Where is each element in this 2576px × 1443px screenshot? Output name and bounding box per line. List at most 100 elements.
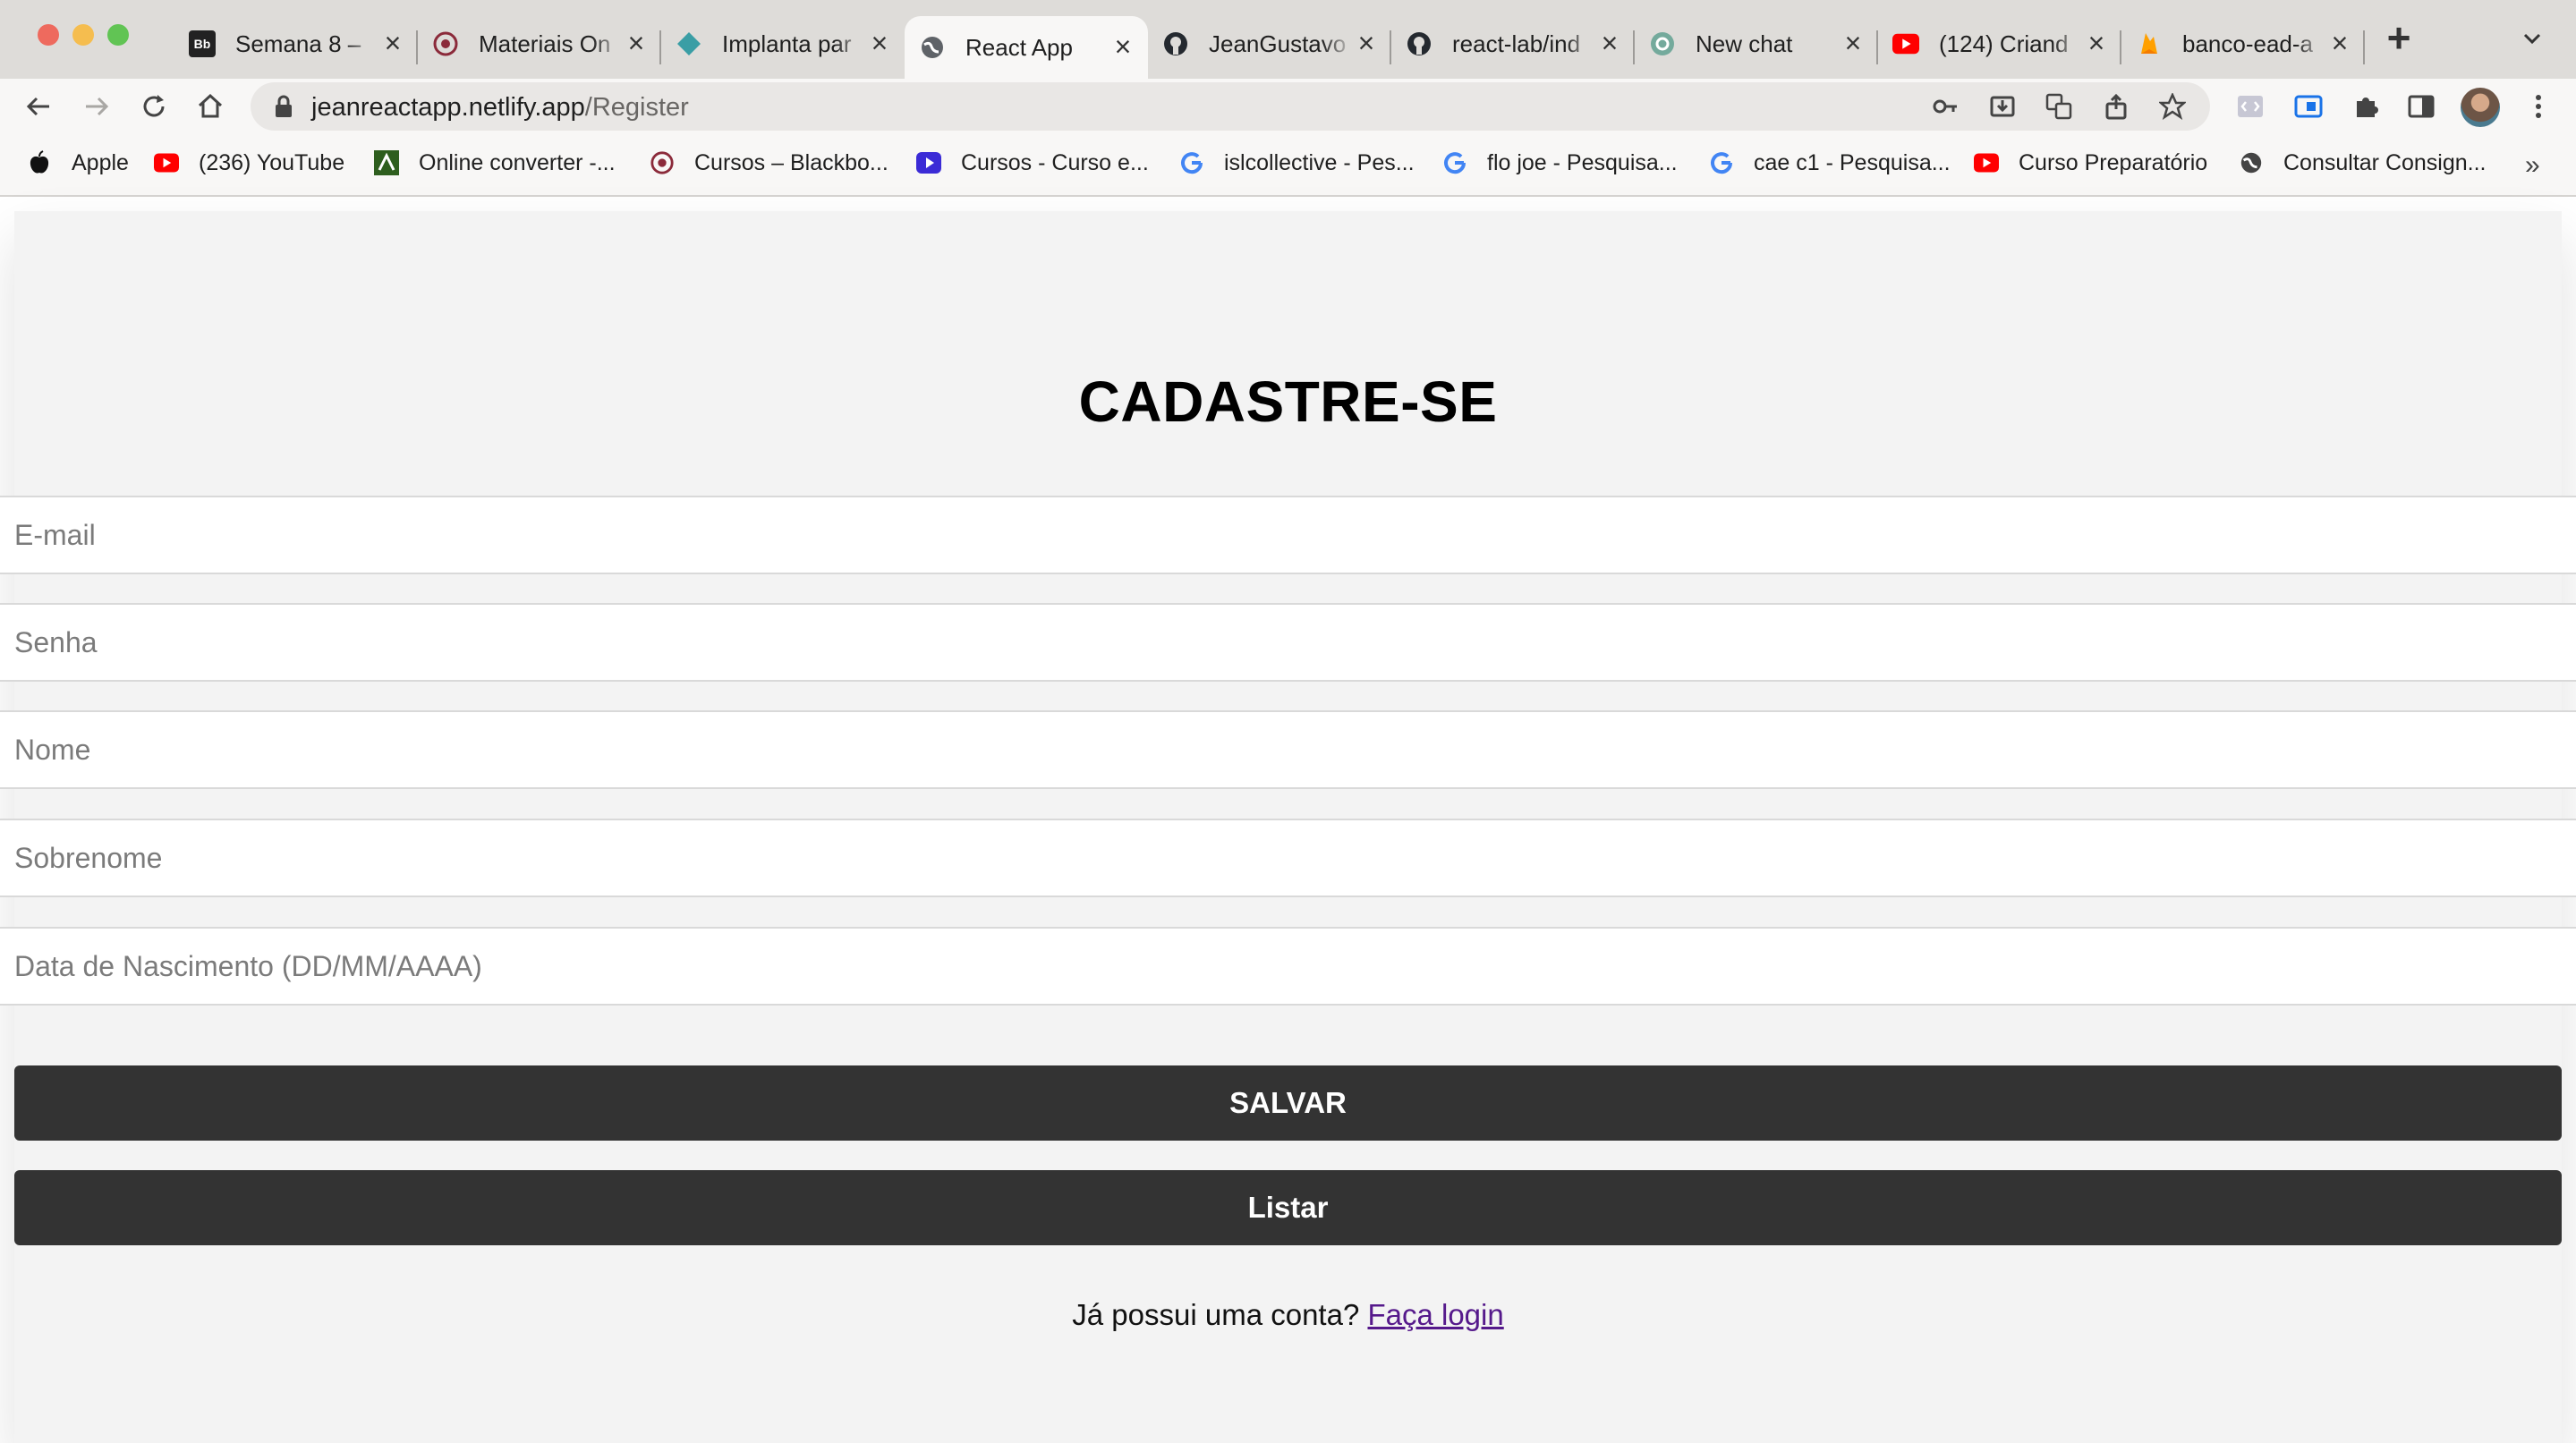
bookmark-cae-c1[interactable]: cae c1 - Pesquisa... [1709,147,1951,179]
tab-list: Bb Semana 8 – × Materiais On × Implanta … [174,16,2365,79]
translate-icon[interactable] [2045,93,2072,120]
tab-youtube-criando[interactable]: (124) Criand × [1878,16,2121,72]
side-panel-icon[interactable] [2406,91,2436,122]
home-icon[interactable] [195,91,225,122]
url-path: /Register [584,93,689,122]
password-field-wrapper [0,603,2576,682]
bookmark-label: (236) YouTube [199,149,345,175]
url-host: jeanreactapp.netlify.app [311,93,585,122]
lock-icon[interactable] [274,95,293,118]
youtube-icon [1892,30,1919,57]
bookmark-label: flo joe - Pesquisa... [1487,149,1678,175]
diamond-icon [676,30,702,57]
google-icon [1442,150,1467,175]
tab-close-icon[interactable]: × [2084,29,2109,57]
tab-title: React App [965,33,1073,61]
tab-close-icon[interactable]: × [1354,29,1379,57]
globe-icon [919,34,946,61]
converter-icon [374,150,399,175]
email-field[interactable] [0,497,2576,573]
institution-icon [432,30,459,57]
window-close-button[interactable] [38,24,59,46]
browser-toolbar: jeanreactapp.netlify.app/Register [0,79,2576,134]
tab-title: banco-ead-a [2182,30,2313,57]
tab-title: Materiais On [479,30,611,57]
bookmark-label: islcollective - Pes... [1224,149,1415,175]
first-name-field[interactable] [0,712,2576,787]
new-tab-button[interactable]: + [2383,17,2415,58]
bookmark-apple[interactable]: Apple [27,147,129,179]
tab-react-app[interactable]: React App × [905,16,1148,79]
tab-close-icon[interactable]: × [1841,29,1866,57]
back-arrow-icon[interactable] [23,91,54,122]
tab-semana-8[interactable]: Bb Semana 8 – × [174,16,418,72]
tab-jeangustavo[interactable]: JeanGustavo × [1148,16,1391,72]
github-icon [1406,30,1433,57]
share-icon[interactable] [2103,93,2130,120]
bookmark-cursos-blackboard[interactable]: Cursos – Blackbo... [650,147,888,179]
bookmark-label: Curso Preparatório [2019,149,2208,175]
tab-separator [2363,30,2365,64]
menu-kebab-icon[interactable] [2523,91,2554,122]
login-link[interactable]: Faça login [1367,1298,1503,1331]
bookmark-online-converter[interactable]: Online converter -... [374,147,616,179]
tab-title: (124) Criand [1939,30,2069,57]
login-prompt-text: Já possui uma conta? [1072,1298,1360,1331]
extensions-puzzle-icon[interactable] [2351,91,2381,122]
tab-banco-ead[interactable]: banco-ead-a × [2121,16,2365,72]
tab-close-icon[interactable]: × [624,29,649,57]
window-maximize-button[interactable] [107,24,129,46]
tab-close-icon[interactable]: × [2327,29,2352,57]
bookmark-islcollective[interactable]: islcollective - Pes... [1179,147,1415,179]
tab-close-icon[interactable]: × [1110,32,1135,61]
list-button[interactable]: Listar [14,1170,2562,1245]
bookmark-star-icon[interactable] [2159,93,2186,120]
url-text[interactable]: jeanreactapp.netlify.app/Register [311,93,689,123]
forward-arrow-icon[interactable] [81,91,112,122]
tab-search-chevron-icon[interactable] [2519,25,2546,52]
tab-close-icon[interactable]: × [1597,29,1622,57]
last-name-field-wrapper [0,819,2576,897]
last-name-field[interactable] [0,820,2576,896]
reload-icon[interactable] [139,91,169,122]
profile-avatar[interactable] [2461,88,2500,127]
tab-new-chat[interactable]: New chat × [1635,16,1878,72]
sidebar-extension-icon[interactable] [2293,91,2324,122]
tab-materiais[interactable]: Materiais On × [418,16,661,72]
youtube-icon [1974,150,1999,175]
openai-icon [1649,30,1676,57]
page-title: CADASTRE-SE [1078,369,1498,434]
tab-strip: Bb Semana 8 – × Materiais On × Implanta … [0,0,2576,79]
google-icon [1709,150,1734,175]
bookmarks-bar: Apple (236) YouTube Online converter -..… [0,134,2576,197]
bookmark-youtube[interactable]: (236) YouTube [154,147,344,179]
tab-title: New chat [1696,30,1793,57]
tab-close-icon[interactable]: × [867,29,892,57]
firebase-icon [2136,30,2163,57]
save-button[interactable]: SALVAR [14,1065,2562,1141]
install-app-icon[interactable] [1989,93,2016,120]
bookmark-label: Online converter -... [419,149,616,175]
password-field[interactable] [0,605,2576,680]
bookmark-consultar-consign[interactable]: Consultar Consign... [2239,147,2487,179]
login-prompt-line: Já possui uma conta? Faça login [0,1298,2576,1332]
tab-title: react-lab/ind [1452,30,1581,57]
page-viewport: CADASTRE-SE SALVAR Listar Já possui uma … [0,199,2576,1443]
first-name-field-wrapper [0,710,2576,789]
birth-date-field[interactable] [0,929,2576,1004]
tab-close-icon[interactable]: × [380,29,405,57]
tab-implanta[interactable]: Implanta par × [661,16,905,72]
github-icon [1162,30,1189,57]
devtools-extension-icon[interactable] [2235,91,2266,122]
bookmark-curso-preparatorio[interactable]: Curso Preparatório [1974,147,2207,179]
bookmark-label: Apple [72,149,129,175]
bookmark-label: cae c1 - Pesquisa... [1754,149,1951,175]
key-icon[interactable] [1932,93,1959,120]
address-bar[interactable]: jeanreactapp.netlify.app/Register [251,82,2210,131]
bookmark-flo-joe[interactable]: flo joe - Pesquisa... [1442,147,1678,179]
bookmarks-overflow-button[interactable]: » [2525,150,2540,181]
bookmark-cursos-curso[interactable]: Cursos - Curso e... [916,147,1149,179]
globe-icon [2239,150,2264,175]
window-minimize-button[interactable] [72,24,94,46]
tab-react-lab[interactable]: react-lab/ind × [1391,16,1635,72]
